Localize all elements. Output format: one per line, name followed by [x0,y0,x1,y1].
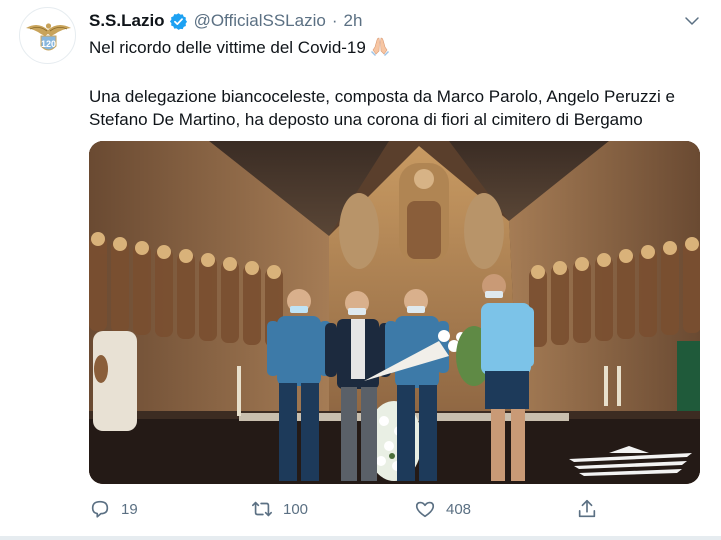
folded-hands-emoji-icon [370,36,390,62]
display-name[interactable]: S.S.Lazio [89,11,165,31]
heart-icon [415,501,435,518]
like-button[interactable]: 408 [414,496,471,522]
verified-badge-icon [169,12,188,31]
reply-count: 19 [121,500,138,518]
tweet-text: Nel ricordo delle vittime del Covid-19 U… [89,36,704,131]
tweet-header: S.S.Lazio @OfficialSSLazio · 2h [89,9,701,33]
tweet-card[interactable]: 120 S.S.Lazio @OfficialSSLazio · 2h Nel … [0,0,721,540]
tweet-divider [0,536,721,540]
tweet-text-line-1: Nel ricordo delle vittime del Covid-19 [89,38,366,57]
tweet-photo[interactable] [89,141,700,484]
avatar-badge-number: 120 [41,39,56,49]
tweet-text-line: Nel ricordo delle vittime del Covid-19 [89,36,704,62]
timestamp[interactable]: 2h [343,11,362,31]
like-count: 408 [446,500,472,518]
lazio-eagle-crest-icon: 120 [26,23,71,51]
share-button[interactable] [576,496,598,522]
share-icon [578,499,596,518]
more-options-button[interactable] [680,9,704,33]
tweet-actions: 19 100 408 [89,496,629,522]
retweet-button[interactable]: 100 [251,496,308,522]
tweet-text-line-3: Stefano De Martino, ha deposto una coron… [89,110,643,129]
separator-dot: · [331,11,338,30]
chevron-down-icon [685,17,699,25]
tweet-text-line-2: Una delegazione biancoceleste, composta … [89,87,675,106]
retweet-icon [252,501,272,517]
reply-icon [91,500,109,518]
avatar[interactable]: 120 [19,7,76,64]
retweet-count: 100 [283,500,309,518]
user-handle[interactable]: @OfficialSSLazio [194,11,326,31]
reply-button[interactable]: 19 [89,496,138,522]
